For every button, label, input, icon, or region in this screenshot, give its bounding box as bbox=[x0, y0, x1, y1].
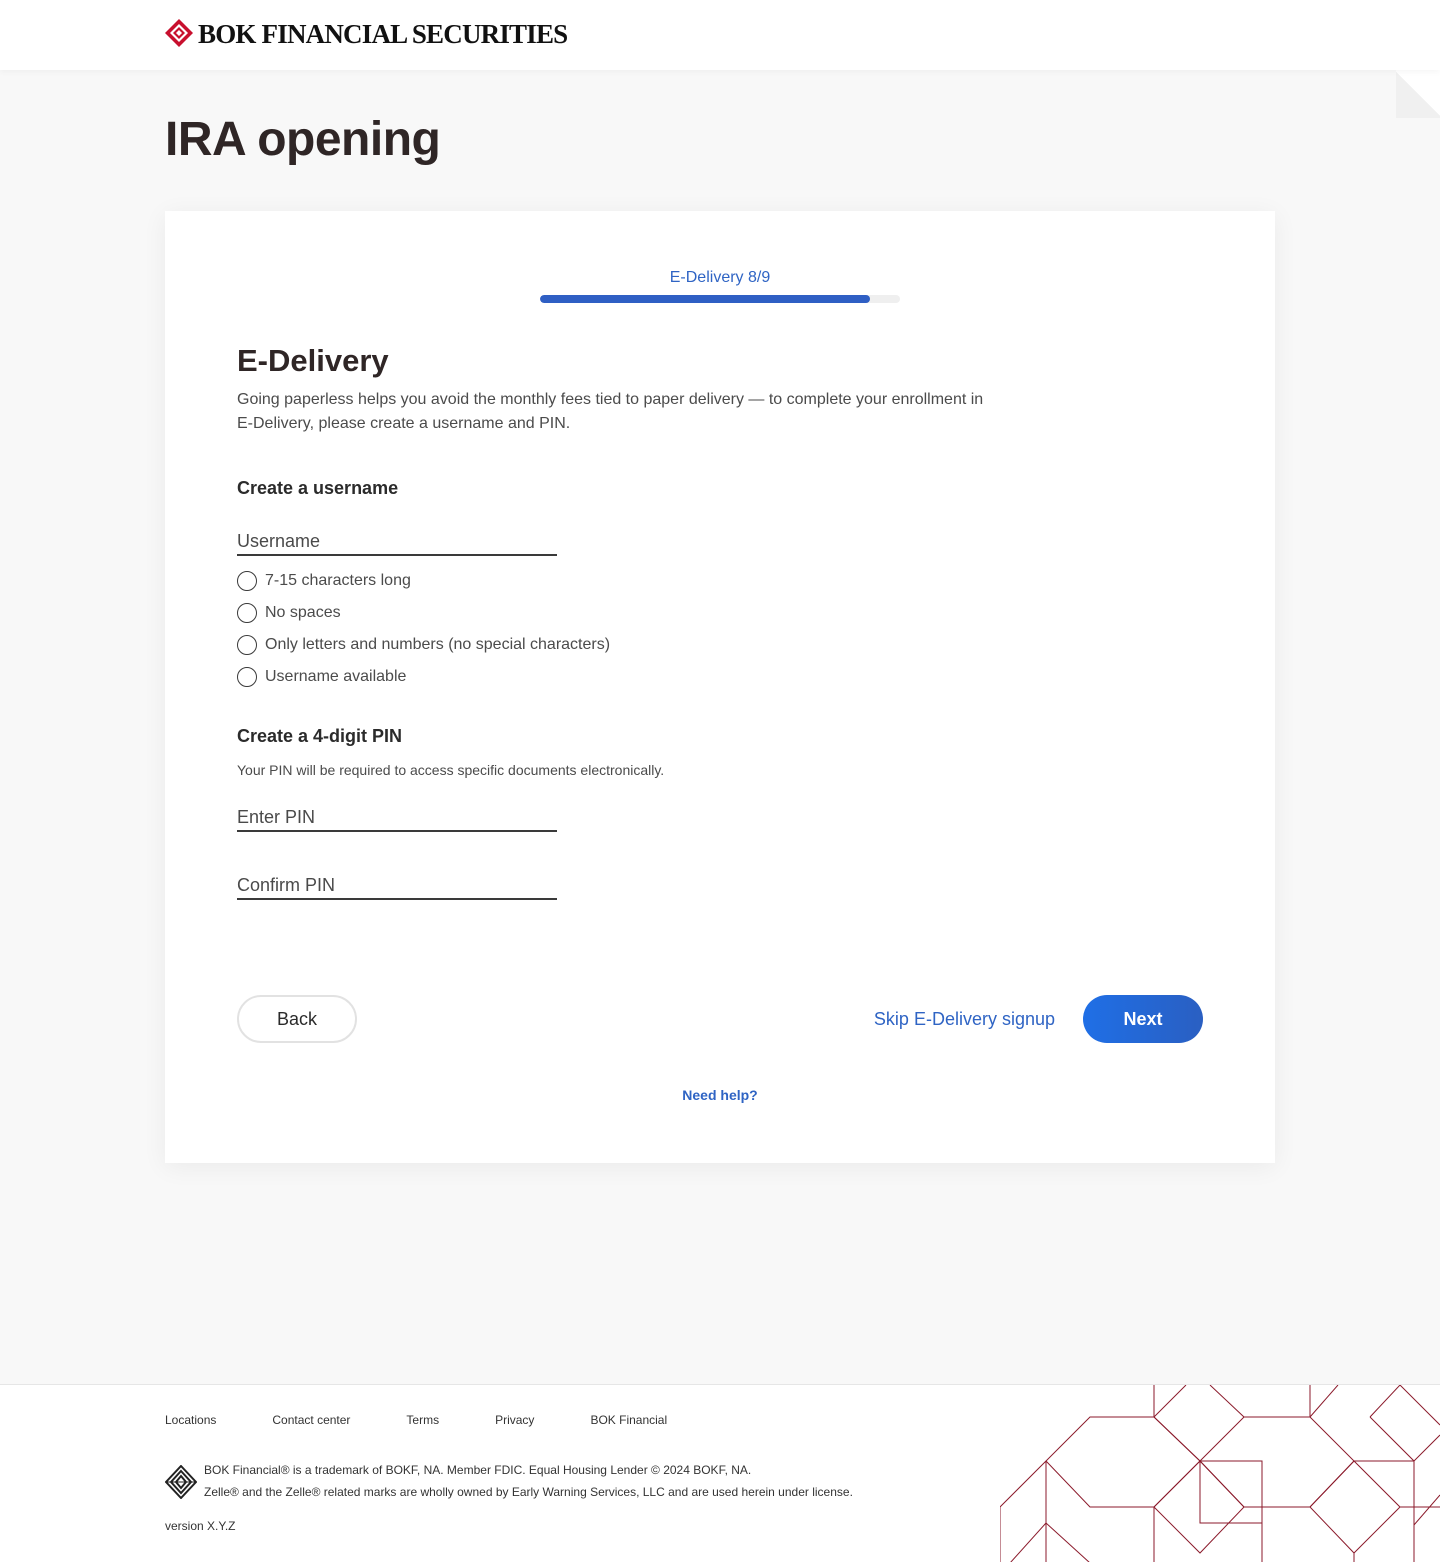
form-card: E-Delivery 8/9 E-Delivery Going paperles… bbox=[165, 211, 1275, 1163]
pin-field bbox=[237, 800, 557, 832]
intro-text: Going paperless helps you avoid the mont… bbox=[237, 391, 984, 432]
username-heading: Create a username bbox=[237, 478, 399, 498]
skip-edelivery-button[interactable]: Skip E-Delivery signup bbox=[855, 995, 1055, 1043]
pin-heading: Create a 4-digit PIN bbox=[237, 726, 403, 746]
username-rules-list: 7-15 characters long No spaces Only lett… bbox=[237, 565, 610, 693]
username-rule-length: 7-15 characters long bbox=[237, 565, 610, 597]
rule-label: Username available bbox=[265, 668, 407, 685]
confirm-pin-input[interactable] bbox=[237, 868, 557, 898]
footer: Locations Contact center Terms Privacy B… bbox=[0, 1384, 1440, 1562]
back-button[interactable]: Back bbox=[237, 995, 357, 1043]
legal-line-trademark: BOK Financial® is a trademark of BOKF, N… bbox=[204, 1463, 752, 1477]
radio-circle-icon bbox=[237, 667, 257, 687]
next-button[interactable]: Next bbox=[1083, 995, 1203, 1043]
need-help-link[interactable]: Need help? bbox=[165, 1087, 1275, 1103]
progress-bar bbox=[540, 295, 900, 303]
top-bar: BOK FINANCIAL SECURITIES bbox=[0, 0, 1440, 70]
rule-label: Only letters and numbers (no special cha… bbox=[265, 636, 611, 653]
radio-circle-icon bbox=[237, 603, 257, 623]
legal-line-zelle: Zelle® and the Zelle® related marks are … bbox=[204, 1485, 853, 1499]
footer-link-privacy[interactable]: Privacy bbox=[495, 1413, 534, 1427]
pin-input[interactable] bbox=[237, 800, 557, 830]
footer-link-contact-center[interactable]: Contact center bbox=[272, 1413, 350, 1427]
radio-circle-icon bbox=[237, 571, 257, 591]
footer-link-bok-financial[interactable]: BOK Financial bbox=[590, 1413, 667, 1427]
brand-name: BOK FINANCIAL SECURITIES bbox=[198, 19, 568, 49]
footer-link-terms[interactable]: Terms bbox=[406, 1413, 439, 1427]
username-field bbox=[237, 524, 557, 556]
username-rule-no-spaces: No spaces bbox=[237, 597, 610, 629]
bok-mark-icon bbox=[165, 1465, 197, 1499]
bok-logo-icon bbox=[165, 19, 193, 47]
footer-links: Locations Contact center Terms Privacy B… bbox=[165, 1413, 723, 1427]
username-input[interactable] bbox=[237, 524, 557, 554]
radio-circle-icon bbox=[237, 635, 257, 655]
corner-fold-decoration bbox=[1396, 70, 1440, 118]
geometric-pattern-decoration bbox=[1000, 1385, 1440, 1562]
page-title: IRA opening bbox=[165, 113, 441, 166]
progress-bar-fill bbox=[540, 295, 871, 303]
username-rule-alphanumeric: Only letters and numbers (no special cha… bbox=[237, 629, 610, 661]
rule-label: No spaces bbox=[265, 604, 341, 621]
footer-link-locations[interactable]: Locations bbox=[165, 1413, 216, 1427]
brand-logo[interactable]: BOK FINANCIAL SECURITIES bbox=[164, 18, 568, 50]
section-title: E-Delivery bbox=[237, 343, 389, 378]
username-rule-available: Username available bbox=[237, 661, 610, 693]
progress-label: E-Delivery 8/9 bbox=[669, 269, 771, 286]
rule-label: 7-15 characters long bbox=[265, 572, 411, 589]
confirm-pin-field bbox=[237, 868, 557, 900]
version-text: version X.Y.Z bbox=[165, 1519, 236, 1533]
pin-note: Your PIN will be required to access spec… bbox=[237, 762, 665, 778]
footer-legal: BOK Financial® is a trademark of BOKF, N… bbox=[165, 1463, 853, 1503]
